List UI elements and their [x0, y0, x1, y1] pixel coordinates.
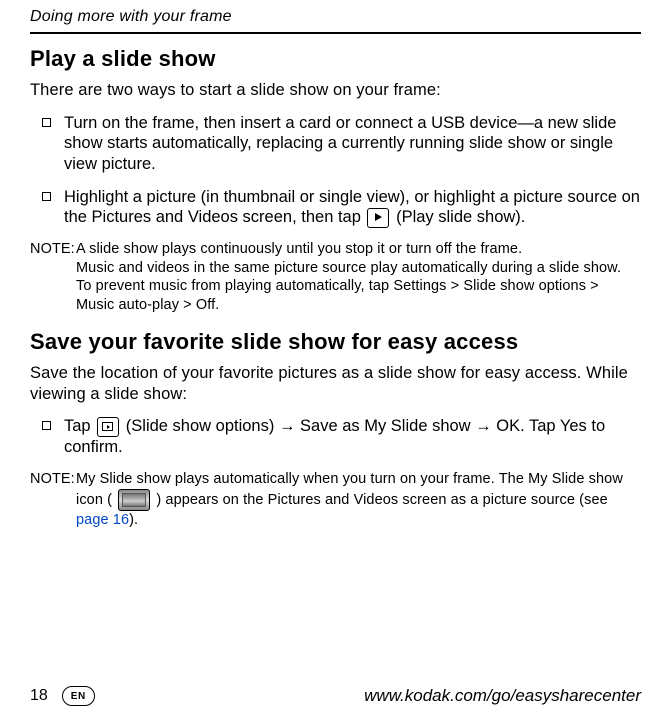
note-text-post: ). [129, 512, 138, 528]
my-slide-show-icon [118, 489, 150, 511]
bullet-item: Tap (Slide show options) → Save as My Sl… [42, 416, 641, 457]
note-text-mid: ) appears on the Pictures and Videos scr… [156, 491, 607, 507]
header-rule [30, 32, 641, 34]
note-line: Music and videos in the same picture sou… [76, 259, 641, 278]
bullet-text: Turn on the frame, then insert a card or… [64, 114, 616, 173]
page-link[interactable]: page 16 [76, 512, 129, 528]
note-line: A slide show plays continuously until yo… [76, 240, 641, 259]
play-icon [367, 208, 389, 228]
note-body: My Slide show plays automatically when y… [76, 470, 641, 530]
note-label: NOTE: [30, 470, 76, 530]
language-badge: EN [62, 686, 95, 706]
page-number: 18 [30, 687, 48, 705]
bullet-text-pre: Highlight a picture (in thumbnail or sin… [64, 188, 640, 227]
section-title-save: Save your favorite slide show for easy a… [30, 329, 641, 355]
page-footer: 18 EN www.kodak.com/go/easysharecenter [30, 686, 641, 706]
section1-intro: There are two ways to start a slide show… [30, 80, 641, 101]
note-line: To prevent music from playing automatica… [76, 277, 641, 315]
footer-url[interactable]: www.kodak.com/go/easysharecenter [364, 686, 641, 706]
note-block: NOTE: A slide show plays continuously un… [30, 240, 641, 315]
section2-intro: Save the location of your favorite pictu… [30, 363, 641, 404]
note-block: NOTE: My Slide show plays automatically … [30, 470, 641, 530]
note-body: A slide show plays continuously until yo… [76, 240, 641, 315]
section-title-play: Play a slide show [30, 46, 641, 72]
note-label: NOTE: [30, 240, 76, 315]
slide-show-options-icon [97, 417, 119, 437]
bullet-text-pre: Tap [64, 417, 95, 435]
bullet-text-post: (Play slide show). [396, 208, 525, 226]
bullet-item: Highlight a picture (in thumbnail or sin… [42, 187, 641, 228]
bullet-text-post: (Slide show options) → Save as My Slide … [64, 417, 605, 456]
running-head: Doing more with your frame [30, 8, 641, 26]
bullet-item: Turn on the frame, then insert a card or… [42, 113, 641, 175]
